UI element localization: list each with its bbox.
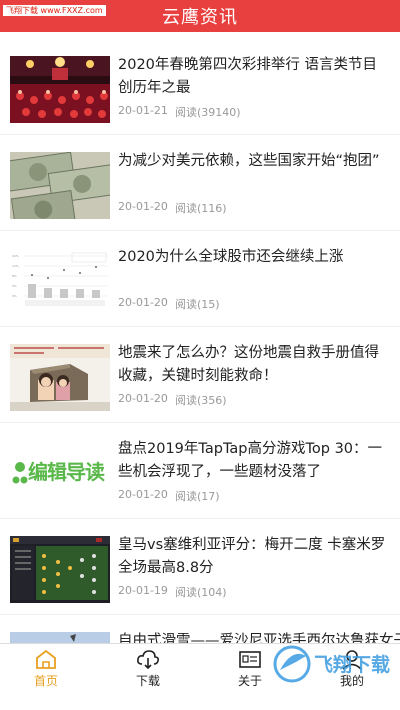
article-date: 20-01-20	[118, 488, 168, 501]
id-card-icon	[238, 648, 262, 670]
article-reads: 阅读(356)	[175, 394, 227, 407]
article-title: 盘点2019年TapTap高分游戏Top 30：一些机会浮现了，一些题材没落了	[118, 441, 383, 480]
article-title: 为减少对美元依赖，这些国家开始“抱团”	[118, 153, 380, 169]
dollar-bills-image	[10, 152, 110, 219]
article-reads: 阅读(104)	[175, 586, 227, 599]
bar-chart-image: 16% 12% 8% 4% 0%	[10, 248, 110, 315]
svg-text:16%: 16%	[12, 254, 19, 258]
article-reads: 阅读(116)	[175, 202, 227, 215]
earthquake-cartoon-image	[10, 344, 110, 411]
watermark-logo-text: 飞翔下载	[314, 653, 390, 676]
article-title: 2020年春晚第四次彩排举行 语言类节目创历年之最	[118, 57, 378, 96]
list-item[interactable]: 编辑导读 盘点2019年TapTap高分游戏Top 30：一些机会浮现了，一些题…	[0, 422, 400, 519]
page-title: 云鹰资讯	[162, 7, 238, 28]
article-reads: 阅读(15)	[175, 298, 220, 311]
list-item[interactable]: 地震来了怎么办？这份地震自救手册值得收藏，关键时刻能救命！ 20-01-20 阅…	[0, 326, 400, 423]
list-item[interactable]: 皇马vs塞维利亚评分：梅开二度 卡塞米罗全场最高8.8分 20-01-19 阅读…	[0, 518, 400, 615]
list-item[interactable]: 2020年春晚第四次彩排举行 语言类节目创历年之最 20-01-21 阅读(39…	[0, 38, 400, 135]
article-date: 20-01-20	[118, 200, 168, 213]
article-reads: 阅读(39140)	[175, 106, 241, 119]
article-title: 皇马vs塞维利亚评分：梅开二度 卡塞米罗全场最高8.8分	[118, 537, 386, 576]
tab-label: 下载	[135, 674, 160, 688]
article-title: 地震来了怎么办？这份地震自救手册值得收藏，关键时刻能救命！	[118, 345, 379, 384]
tab-home[interactable]: 首页	[6, 644, 86, 690]
svg-text:4%: 4%	[12, 284, 17, 288]
home-icon	[34, 648, 58, 670]
cloud-download-icon	[136, 648, 160, 670]
list-item[interactable]: 为减少对美元依赖，这些国家开始“抱团” 20-01-20 阅读(116)	[0, 134, 400, 231]
article-reads: 阅读(17)	[175, 490, 220, 503]
tab-label: 首页	[33, 674, 58, 688]
article-date: 20-01-19	[118, 584, 168, 597]
article-title: 2020为什么全球股市还会继续上涨	[118, 249, 344, 265]
list-item[interactable]: 16% 12% 8% 4% 0% 2020为什么全球股市还会继续上涨 20-01-20…	[0, 230, 400, 327]
article-date: 20-01-20	[118, 392, 168, 405]
editor-guide-text: 编辑导读	[28, 460, 105, 484]
editor-guide-image: 编辑导读	[10, 440, 110, 507]
watermark-logo: 飞翔下载	[272, 640, 400, 689]
concert-stage-image	[10, 56, 110, 123]
tab-download[interactable]: 下载	[108, 644, 188, 690]
article-date: 20-01-21	[118, 104, 168, 117]
svg-text:8%: 8%	[12, 274, 17, 278]
svg-text:12%: 12%	[12, 264, 19, 268]
article-date: 20-01-20	[118, 296, 168, 309]
svg-text:0%: 0%	[12, 294, 17, 298]
app-header: 飞翔下载 www.FXXZ.com 云鹰资讯	[0, 0, 400, 32]
football-lineup-image	[10, 536, 110, 603]
